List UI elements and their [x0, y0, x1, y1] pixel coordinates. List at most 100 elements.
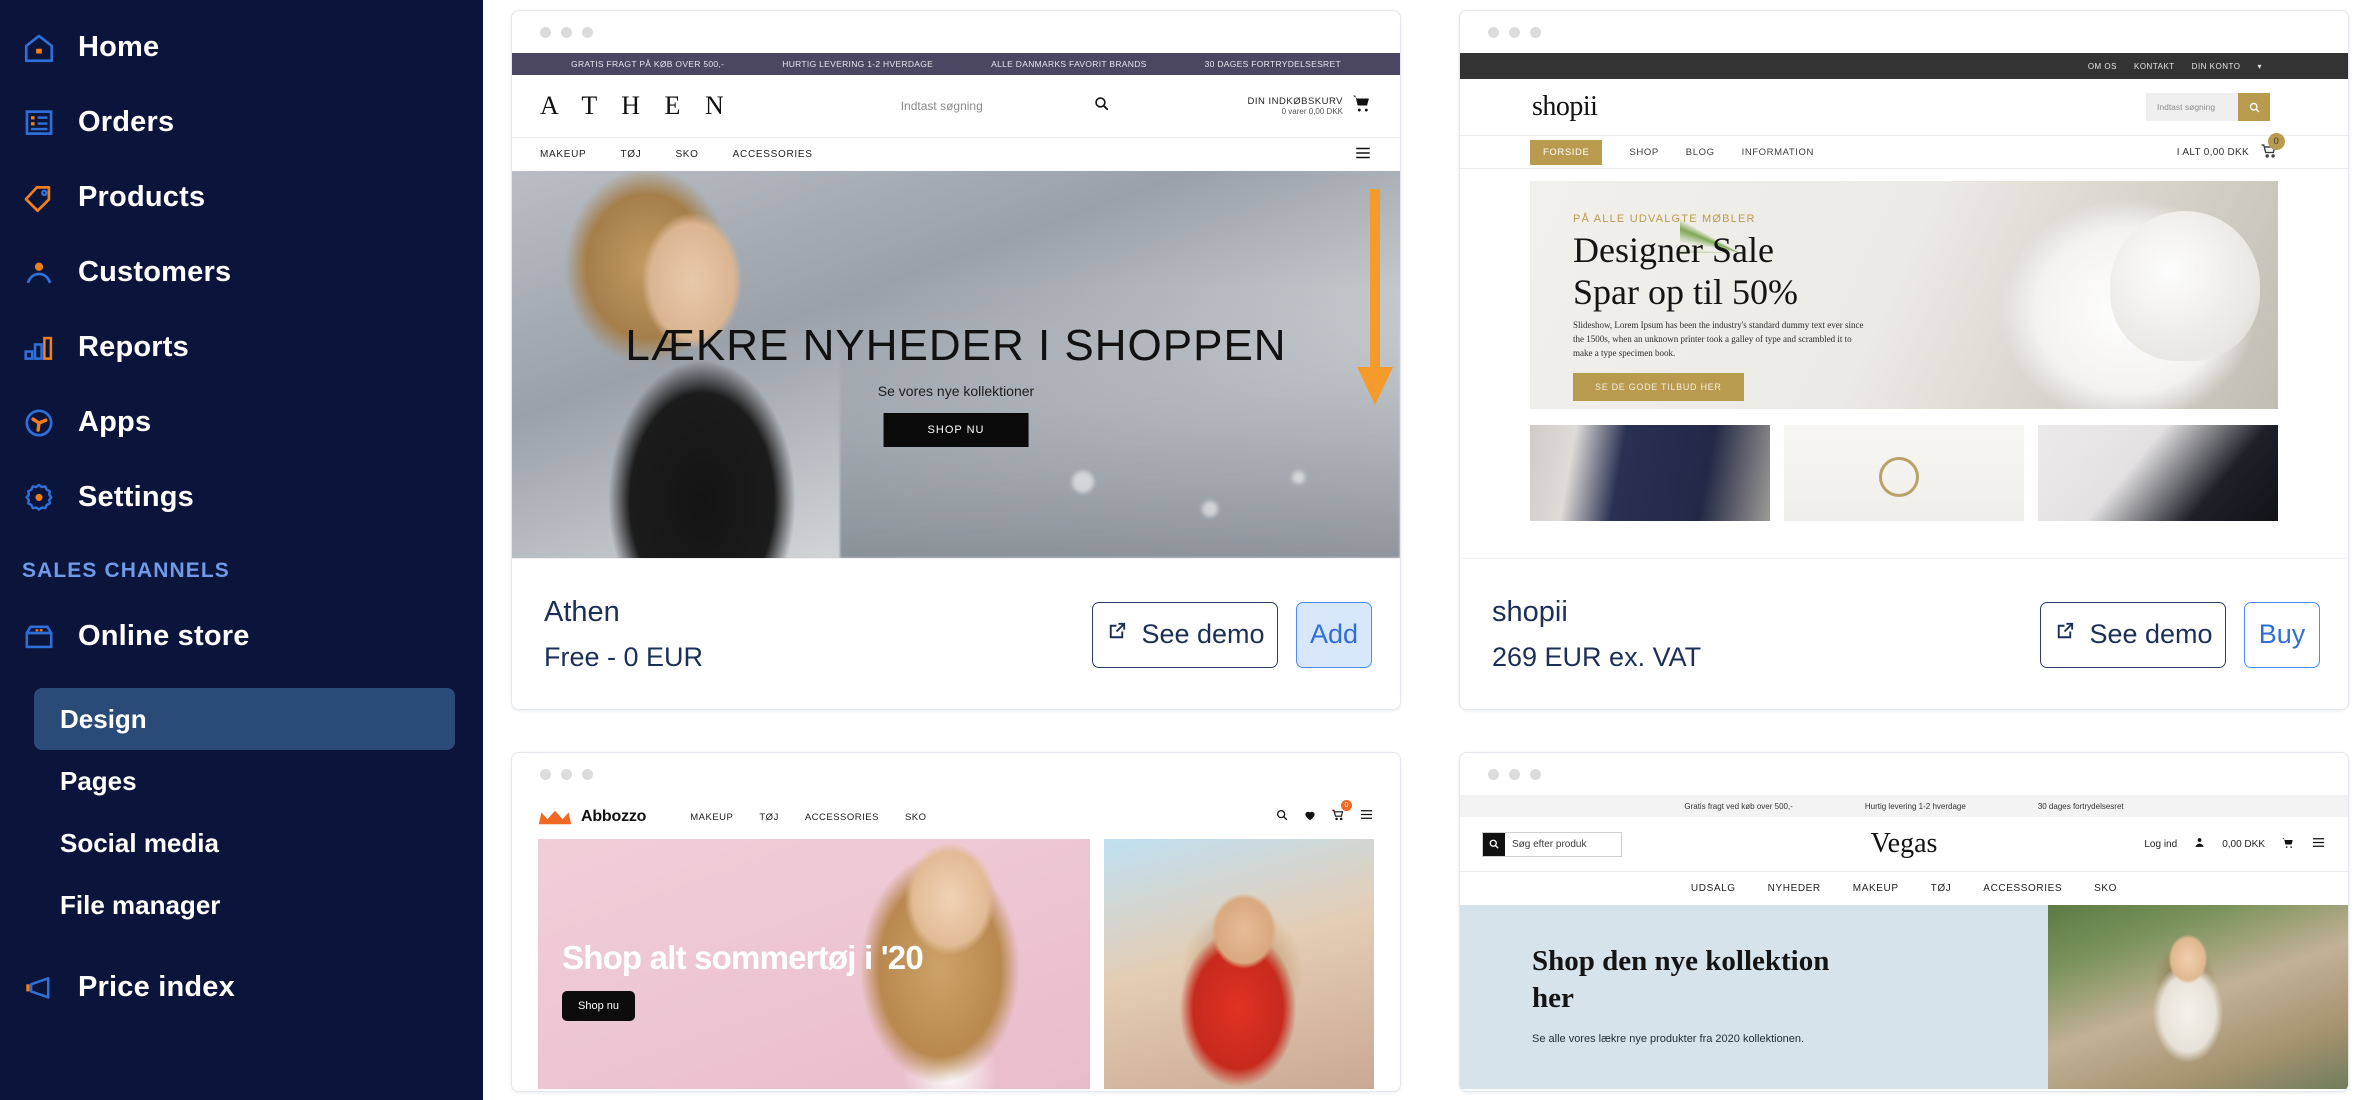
- hero-title: Designer Sale Spar op til 50%: [1573, 229, 1798, 314]
- abbozzo-logo: Abbozzo: [538, 808, 646, 826]
- nav-link-active: FORSIDE: [1530, 139, 1603, 165]
- sidebar-section-title: SALES CHANNELS: [22, 559, 230, 582]
- sidebar-item-home[interactable]: Home: [0, 10, 483, 85]
- nav-link: BLOG: [1685, 146, 1715, 158]
- abbozzo-hero-right: [1104, 839, 1374, 1089]
- theme-meta: Athen Free - 0 EUR: [544, 596, 703, 673]
- promo-text: Hurtig levering 1-2 hverdage: [1864, 801, 1966, 811]
- search-input-placeholder: Indtast søgning: [2146, 93, 2238, 121]
- sidebar-item-label: Home: [78, 31, 160, 63]
- nav-link: MAKEUP: [1852, 883, 1899, 894]
- hero-cta-button[interactable]: SE DE GODE TILBUD HER: [1573, 373, 1744, 401]
- nav-link: SHOP: [1629, 146, 1659, 158]
- chrome-dot: [1530, 768, 1541, 780]
- sidebar-item-orders[interactable]: Orders: [0, 85, 483, 160]
- sidebar-item-customers[interactable]: Customers: [0, 235, 483, 310]
- search-icon: [1275, 808, 1289, 827]
- search-icon[interactable]: [1483, 832, 1505, 856]
- nav-link: TØJ: [620, 149, 642, 160]
- reports-bar-chart-icon: [22, 331, 56, 365]
- hero-cta-button[interactable]: SHOP NU: [883, 413, 1029, 447]
- promo-text: GRATIS FRAGT PÅ KØB OVER 500,-: [571, 59, 725, 69]
- external-link-icon: [1105, 619, 1128, 650]
- sidebar-item-online-store[interactable]: Online store: [0, 599, 483, 674]
- theme-name: shopii: [1492, 596, 1568, 628]
- hero-title: Shop den nye kollektion her: [1532, 945, 1830, 1015]
- shopii-product-thumbnails: [1530, 425, 2278, 521]
- cart-badge: 0: [1341, 800, 1352, 811]
- sidebar-subitem-label: Design: [60, 703, 147, 734]
- athen-header: A T H E N Indtast søgning DIN INDKØBSKUR…: [512, 75, 1400, 137]
- theme-preview-vegas[interactable]: Gratis fragt ved køb over 500,- Hurtig l…: [1460, 795, 2348, 1091]
- hero-cta-button[interactable]: Shop nu: [562, 991, 635, 1021]
- search-icon[interactable]: [2238, 93, 2270, 121]
- athen-cart: DIN INDKØBSKURV 0 varer 0,00 DKK: [1248, 93, 1372, 119]
- vegas-search[interactable]: Søg efter produk: [1482, 831, 1622, 857]
- cart-icon: [2281, 836, 2295, 853]
- theme-preview-athen[interactable]: GRATIS FRAGT PÅ KØB OVER 500,- HURTIG LE…: [512, 53, 1400, 558]
- theme-card-abbozzo[interactable]: Abbozzo MAKEUP TØJ ACCESSORIES SKO 0 Sho…: [511, 752, 1401, 1092]
- product-thumbnail[interactable]: [1530, 425, 1770, 521]
- product-thumbnail[interactable]: [1784, 425, 2024, 521]
- theme-price: Free - 0 EUR: [544, 642, 704, 672]
- cart-total: 0,00 DKK: [2222, 838, 2265, 850]
- sidebar-item-settings[interactable]: Settings: [0, 460, 483, 535]
- theme-card-athen[interactable]: GRATIS FRAGT PÅ KØB OVER 500,- HURTIG LE…: [511, 10, 1401, 710]
- theme-footer-athen: Athen Free - 0 EUR See demo Add: [512, 189, 1400, 709]
- chevron-down-icon: ▾: [2257, 61, 2262, 71]
- theme-preview-abbozzo[interactable]: Abbozzo MAKEUP TØJ ACCESSORIES SKO 0 Sho…: [512, 795, 1400, 1091]
- buy-button-shopii[interactable]: Buy: [2244, 601, 2320, 668]
- chrome-dot: [1509, 26, 1520, 38]
- login-label[interactable]: Log ind: [2144, 839, 2177, 850]
- button-label: See demo: [1141, 619, 1265, 649]
- shopii-header: shopii Indtast søgning: [1460, 79, 2348, 135]
- sidebar-item-file-manager[interactable]: File manager: [34, 874, 455, 936]
- shopii-search[interactable]: Indtast søgning: [2146, 93, 2270, 121]
- abbozzo-header: Abbozzo MAKEUP TØJ ACCESSORIES SKO 0: [512, 795, 1400, 839]
- theme-preview-shopii[interactable]: OM OS KONTAKT DIN KONTO ▾ shopii Indtast…: [1460, 53, 2348, 558]
- sidebar-item-price-index[interactable]: Price index: [0, 950, 483, 1025]
- sidebar-subitem-label: File manager: [60, 889, 221, 920]
- crown-icon: [538, 810, 572, 824]
- sidebar-item-reports[interactable]: Reports: [0, 310, 483, 385]
- abbozzo-hero-left: Shop alt sommertøj i '20 Shop nu: [538, 839, 1090, 1089]
- sidebar-item-pages[interactable]: Pages: [34, 750, 455, 812]
- sidebar-item-label: Settings: [78, 481, 194, 513]
- sidebar-subitem-label: Social media: [60, 827, 219, 858]
- nav-link: ACCESSORIES: [732, 149, 813, 160]
- chrome-dot: [582, 26, 593, 38]
- cart-icon: [1351, 93, 1372, 119]
- add-button-athen[interactable]: Add: [1296, 601, 1372, 668]
- see-demo-button-athen[interactable]: See demo: [1092, 601, 1278, 668]
- products-tag-icon: [22, 181, 56, 215]
- nav-link: TØJ: [1930, 883, 1952, 894]
- customers-person-icon: [22, 256, 56, 290]
- app-root: Home Orders Products Customers Reports A…: [0, 0, 2363, 1100]
- button-label: Add: [1309, 619, 1359, 649]
- sidebar-item-label: Reports: [78, 331, 189, 363]
- sidebar-item-apps[interactable]: Apps: [0, 385, 483, 460]
- sidebar: Home Orders Products Customers Reports A…: [0, 0, 483, 1100]
- athen-logo: A T H E N: [540, 91, 733, 120]
- see-demo-button-shopii[interactable]: See demo: [2040, 601, 2226, 668]
- chrome-dot: [1509, 768, 1520, 780]
- promo-text: ALLE DANMARKS FAVORIT BRANDS: [991, 59, 1147, 69]
- hero-eyebrow: PÅ ALLE UDVALGTE MØBLER: [1573, 213, 1756, 225]
- cart-badge: 0: [2268, 132, 2285, 150]
- sidebar-item-design[interactable]: Design: [34, 688, 455, 750]
- promo-text: 30 DAGES FORTRYDELSESRET: [1204, 59, 1341, 69]
- browser-chrome: [512, 11, 1400, 53]
- search-icon: [1093, 95, 1110, 117]
- sidebar-item-products[interactable]: Products: [0, 160, 483, 235]
- theme-card-vegas[interactable]: Gratis fragt ved køb over 500,- Hurtig l…: [1459, 752, 2349, 1092]
- abbozzo-header-icons: 0: [1275, 800, 1374, 827]
- chrome-dot: [1488, 768, 1499, 780]
- vegas-nav: UDSALG NYHEDER MAKEUP TØJ ACCESSORIES SK…: [1460, 871, 2348, 905]
- theme-card-shopii[interactable]: OM OS KONTAKT DIN KONTO ▾ shopii Indtast…: [1459, 10, 2349, 710]
- hero-chair-detail: [2110, 211, 2260, 361]
- sidebar-item-social-media[interactable]: Social media: [34, 812, 455, 874]
- product-thumbnail[interactable]: [2038, 425, 2278, 521]
- hero-model-image: [2133, 933, 2243, 1089]
